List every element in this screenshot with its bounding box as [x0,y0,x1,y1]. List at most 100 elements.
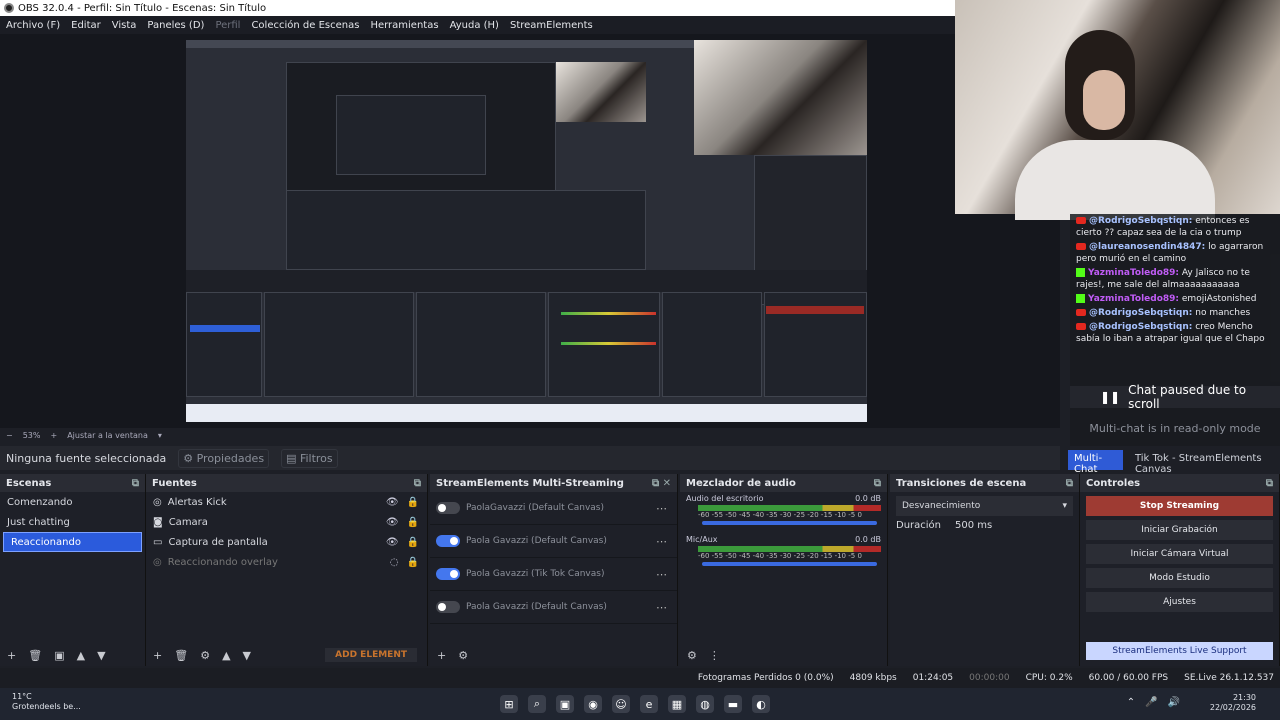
add-icon[interactable]: + [437,649,446,662]
volume-slider[interactable] [702,562,877,566]
search-icon[interactable]: ⌕ [528,695,546,713]
edge-dev-icon[interactable]: ◐ [752,695,770,713]
zoom-out-icon[interactable]: − [6,431,13,440]
weather-widget[interactable]: 11°C Grotendeels be... [12,692,81,712]
chrome-icon[interactable]: ◍ [696,695,714,713]
eye-icon[interactable]: 👁 [386,517,399,528]
transition-select[interactable]: Desvanecimiento ▾ [896,496,1073,516]
lock-icon[interactable]: 🔒 [407,557,419,568]
add-icon[interactable]: + [7,649,16,662]
lock-icon[interactable]: 🔒 [407,497,419,508]
windows-start-icon[interactable]: ⊞ [500,695,518,713]
trash-icon[interactable]: 🗑 [28,649,42,662]
zoom-in-icon[interactable]: + [50,431,57,440]
down-icon[interactable]: ▼ [97,649,105,662]
eye-icon[interactable]: 👁 [386,497,399,508]
gear-icon[interactable]: ⚙ [458,649,468,662]
stream-target-row: PaolaGavazzi (Default Canvas) ⋯ [430,492,677,525]
menu-herramientas[interactable]: Herramientas [370,20,438,31]
fit-mode[interactable]: Ajustar a la ventana [67,431,148,440]
more-icon[interactable]: ⋮ [709,649,720,662]
chat-message: @RodrigoSebqstiqn: entonces es cierto ??… [1076,216,1250,238]
youtube-icon [1076,309,1086,316]
folder-icon[interactable]: ▬ [724,695,742,713]
more-icon[interactable]: ⋯ [656,535,667,548]
obs-app-icon[interactable]: ◉ [584,695,602,713]
source-item[interactable]: ▭ Captura de pantalla 👁 🔒 [146,532,427,552]
more-icon[interactable]: ⋯ [656,601,667,614]
lock-icon[interactable]: 🔒 [407,517,419,528]
stream-toggle[interactable] [436,601,460,613]
dock-float-icon[interactable]: ⧉ [1266,478,1273,489]
menu-perfil[interactable]: Perfil [215,20,240,31]
properties-button[interactable]: ⚙ Propiedades [178,448,270,468]
taskbar: 11°C Grotendeels be... ⊞ ⌕ ▣ ◉ ☺ e ▦ ◍ ▬ … [0,688,1280,720]
dock-float-icon[interactable]: ⧉ [414,478,421,489]
source-item[interactable]: ◙ Camara 👁 🔒 [146,512,427,532]
dock-float-icon[interactable]: ⧉ [874,478,881,489]
trash-icon[interactable]: 🗑 [174,649,188,662]
youtube-icon [1076,243,1086,250]
window-title: OBS 32.0.4 - Perfil: Sin Título - Escena… [18,2,267,14]
eye-icon[interactable]: 👁 [386,537,399,548]
taskview-icon[interactable]: ▣ [556,695,574,713]
dock-float-icon[interactable]: ⧉ [132,478,139,489]
chevron-down-icon[interactable]: ▾ [158,431,162,440]
down-icon[interactable]: ▼ [243,649,251,662]
transitions-title: Transiciones de escena [896,477,1027,489]
menu-editar[interactable]: Editar [71,20,101,31]
filters-button[interactable]: ▤ Filtros [281,448,338,468]
scene-item[interactable]: Comenzando [0,492,145,512]
chat-message: @RodrigoSebqstiqn: creo Mencho sabía lo … [1076,322,1265,344]
stop-streaming-button[interactable]: Stop Streaming [1086,496,1273,516]
scene-item[interactable]: Just chatting [0,512,145,532]
more-icon[interactable]: ⋯ [656,502,667,515]
menu-paneles[interactable]: Paneles (D) [147,20,204,31]
stream-toggle[interactable] [436,502,460,514]
chat-paused-banner[interactable]: ❚❚ Chat paused due to scroll [1070,383,1280,411]
multichat-overlay[interactable]: @RodrigoSebqstiqn: entonces es cierto ??… [1070,214,1280,446]
up-icon[interactable]: ▲ [77,649,85,662]
more-icon[interactable]: ⋯ [656,568,667,581]
obs-window: OBS 32.0.4 - Perfil: Sin Título - Escena… [0,0,1280,720]
chat-readonly-note: Multi-chat is in read-only mode [1089,422,1261,435]
tab-multichat[interactable]: Multi-Chat [1068,450,1123,475]
store-icon[interactable]: ▦ [668,695,686,713]
add-element-button[interactable]: ADD ELEMENT [325,648,417,662]
chat-message: @laureanosendin4847: lo agarraron pero m… [1076,242,1264,264]
menu-vista[interactable]: Vista [112,20,137,31]
menu-archivo[interactable]: Archivo (F) [6,20,60,31]
menu-streamelements[interactable]: StreamElements [510,20,593,31]
live-support-button[interactable]: StreamElements Live Support [1086,642,1273,660]
filter-icon[interactable]: ▣ [54,649,64,662]
system-tray[interactable]: ⌃ 🎤 🔊 [1127,697,1180,708]
menu-coleccion[interactable]: Colección de Escenas [251,20,359,31]
dock-float-icon[interactable]: ⧉ [1066,478,1073,489]
studio-mode-button[interactable]: Modo Estudio [1086,568,1273,588]
volume-slider[interactable] [702,521,877,525]
camera-icon: ◙ [153,516,163,528]
clock[interactable]: 21:30 22/02/2026 [1210,693,1256,713]
gear-icon[interactable]: ⚙ [687,649,697,662]
start-recording-button[interactable]: Iniciar Grabación [1086,520,1273,540]
source-item[interactable]: ◎ Alertas Kick 👁 🔒 [146,492,427,512]
gear-icon[interactable]: ⚙ [200,649,210,662]
edge-icon[interactable]: e [640,695,658,713]
discord-icon[interactable]: ☺ [612,695,630,713]
stream-toggle[interactable] [436,568,460,580]
menu-ayuda[interactable]: Ayuda (H) [450,20,499,31]
source-item[interactable]: ◎ Reaccionando overlay ◌ 🔒 [146,552,427,572]
tab-tiktok-canvas[interactable]: Tik Tok - StreamElements Canvas [1129,450,1280,475]
settings-button[interactable]: Ajustes [1086,592,1273,612]
lock-icon[interactable]: 🔒 [407,537,419,548]
close-icon[interactable]: ⧉ ✕ [652,478,671,489]
start-virtual-camera-button[interactable]: Iniciar Cámara Virtual [1086,544,1273,564]
duration-input[interactable]: 500 ms [955,520,992,531]
scene-item-selected[interactable]: Reaccionando [3,532,142,552]
add-icon[interactable]: + [153,649,162,662]
eye-hidden-icon[interactable]: ◌ [390,557,399,568]
up-icon[interactable]: ▲ [222,649,230,662]
stream-toggle[interactable] [436,535,460,547]
youtube-icon [1076,217,1086,224]
globe-icon: ◎ [153,496,162,508]
